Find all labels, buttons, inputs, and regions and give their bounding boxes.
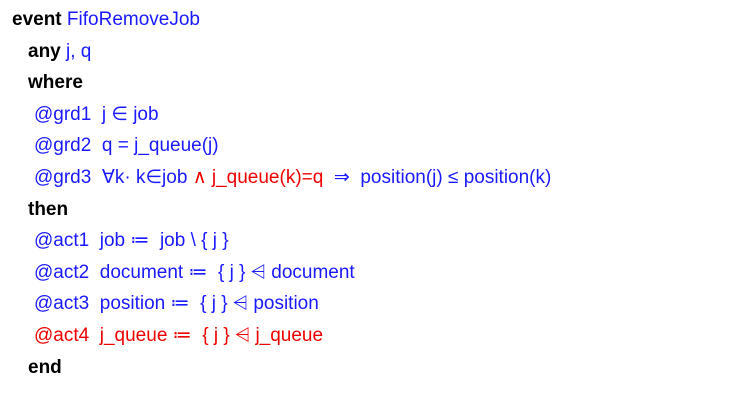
guard-expression: j ∈ job <box>91 103 159 125</box>
guard-grd2: @grd2 q = j_queue(j) <box>12 130 724 162</box>
event-name: FifoRemoveJob <box>61 9 200 30</box>
event-code-block: event FifoRemoveJob any j, q where @grd1… <box>12 4 724 383</box>
action-label: @act2 <box>34 261 90 283</box>
guard-label: @grd3 <box>34 166 92 188</box>
guard-label: @grd2 <box>34 135 92 157</box>
where-keyword: where <box>28 72 83 94</box>
action-label: @act3 <box>34 293 90 315</box>
guard-grd3: @grd3 ∀k· k∈job ∧ j_queue(k)=q ⇒ positio… <box>12 162 724 194</box>
where-line: where <box>12 67 724 99</box>
action-act4: @act4 j_queue ≔ { j } ⩤ j_queue <box>12 320 724 352</box>
action-label: @act1 <box>34 230 90 252</box>
any-params: j, q <box>60 40 92 62</box>
guard-label: @grd1 <box>34 103 92 125</box>
then-line: then <box>12 194 724 226</box>
event-keyword: event <box>12 9 62 30</box>
guard-grd1: @grd1 j ∈ job <box>12 99 724 131</box>
action-label: @act4 <box>34 324 90 346</box>
end-line: end <box>12 352 724 384</box>
guard-expression-conjunct: ∧ j_queue(k)=q <box>192 166 324 188</box>
guard-expression: q = j_queue(j) <box>91 135 219 157</box>
action-expression: document ≔ { j } ⩤ document <box>89 261 355 283</box>
guard-expression-quantifier: ∀k· k∈job <box>91 166 193 188</box>
action-act3: @act3 position ≔ { j } ⩤ position <box>12 288 724 320</box>
end-keyword: end <box>28 356 62 378</box>
action-expression: j_queue ≔ { j } ⩤ j_queue <box>89 324 324 346</box>
any-line: any j, q <box>12 36 724 68</box>
guard-expression-implication: ⇒ position(j) ≤ position(k) <box>323 166 552 188</box>
any-keyword: any <box>28 40 61 62</box>
action-act1: @act1 job ≔ job \ { j } <box>12 225 724 257</box>
event-line: event FifoRemoveJob <box>12 4 724 36</box>
action-expression: job ≔ job \ { j } <box>89 230 229 252</box>
action-expression: position ≔ { j } ⩤ position <box>89 293 319 315</box>
then-keyword: then <box>28 198 69 220</box>
action-act2: @act2 document ≔ { j } ⩤ document <box>12 257 724 289</box>
